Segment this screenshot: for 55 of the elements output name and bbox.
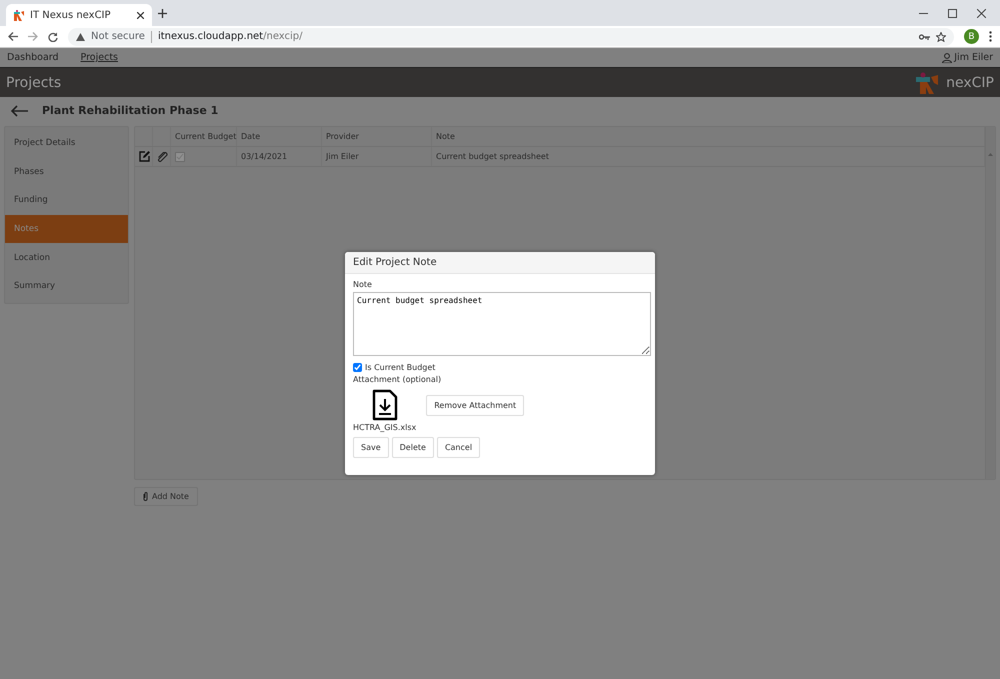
paperclip-icon[interactable]	[157, 152, 168, 162]
address-bar[interactable]: Not secure itnexus.cloudapp.net/nexcip/	[68, 28, 954, 46]
file-name: HCTRA_GIS.xlsx	[353, 423, 416, 432]
nav-link[interactable]: Dashboard	[7, 52, 59, 63]
column-header[interactable]: Date	[237, 127, 322, 146]
dialog-title: Edit Project Note	[345, 252, 655, 274]
dialog-button[interactable]: Delete	[392, 437, 434, 458]
table-cell: Jim Eiler	[322, 147, 432, 166]
field-label: Note	[353, 280, 373, 289]
project-title: Plant Rehabilitation Phase 1	[42, 104, 218, 117]
table-cell: 03/14/2021	[237, 147, 322, 166]
checkbox-label: Is Current Budget	[365, 363, 436, 372]
logo-icon	[916, 72, 940, 94]
dialog-button[interactable]: Cancel	[436, 437, 480, 458]
scrollbar[interactable]	[985, 127, 995, 479]
close-icon[interactable]	[977, 8, 986, 18]
warning-icon	[76, 32, 85, 40]
sidebar-item[interactable]: Location	[5, 243, 128, 272]
close-icon[interactable]	[137, 12, 144, 18]
checkbox[interactable]	[175, 152, 185, 162]
dialog-button[interactable]: Save	[353, 437, 389, 458]
add-note-button[interactable]: Add Note	[134, 487, 198, 506]
sidebar-item[interactable]: Project Details	[5, 129, 128, 158]
user-name[interactable]: Jim Eiler	[954, 52, 993, 63]
page-header-title: Projects	[6, 74, 62, 90]
browser-tab[interactable]: IT Nexus nexCIP	[6, 4, 152, 26]
sidebar-item[interactable]: Funding	[5, 186, 128, 215]
sidebar-item[interactable]: Notes	[5, 214, 128, 244]
back-arrow-icon[interactable]	[10, 104, 28, 116]
new-tab-icon[interactable]	[158, 8, 167, 18]
menu-icon[interactable]	[989, 31, 992, 42]
sidebar-item[interactable]: Summary	[5, 272, 128, 301]
remove-attachment-button[interactable]: Remove Attachment	[426, 395, 524, 416]
url-text: itnexus.cloudapp.net/nexcip/	[158, 31, 303, 42]
user-icon	[942, 52, 952, 62]
current-budget-checkbox[interactable]	[353, 363, 362, 372]
star-icon[interactable]	[936, 32, 946, 42]
file-download-icon[interactable]	[372, 389, 398, 421]
logo-icon	[14, 10, 24, 20]
reload-icon[interactable]	[48, 32, 58, 42]
edit-icon[interactable]	[139, 151, 151, 162]
nav-link[interactable]: Projects	[80, 52, 118, 63]
security-label: Not secure	[91, 31, 145, 42]
back-icon[interactable]	[8, 32, 18, 41]
tab-title: IT Nexus nexCIP	[30, 10, 112, 20]
column-header[interactable]: Current Budget	[171, 127, 237, 146]
sidebar-item[interactable]: Phases	[5, 158, 128, 186]
key-icon[interactable]	[919, 34, 930, 40]
field-label: Attachment (optional)	[353, 375, 442, 384]
paperclip-icon	[143, 492, 148, 501]
maximize-icon[interactable]	[948, 8, 957, 18]
profile-avatar[interactable]: B	[964, 29, 979, 44]
column-header[interactable]: Provider	[322, 127, 432, 146]
note-input-field[interactable]: Current budget spreadsheet	[353, 292, 651, 356]
brand-name: nexCIP	[946, 74, 994, 90]
